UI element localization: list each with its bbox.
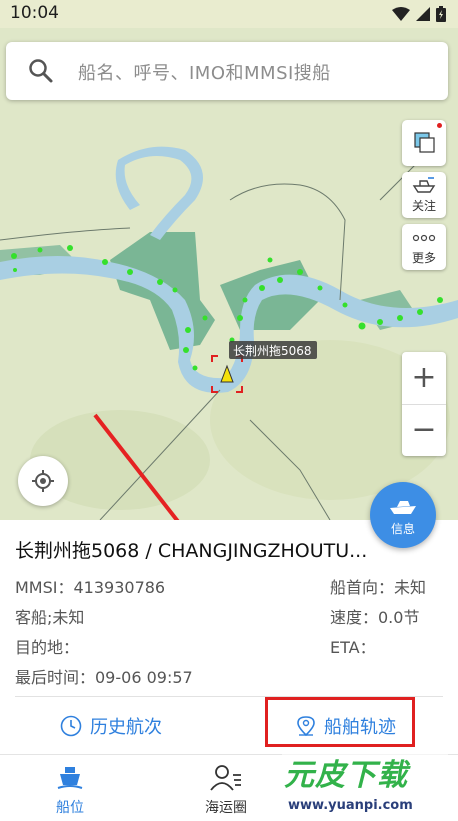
ship-last-time: 最后时间：09-06 09:57: [15, 668, 193, 687]
info-fab-button[interactable]: 信息: [370, 482, 436, 548]
clock-icon: [60, 715, 82, 737]
ship-heading: 船首向：未知: [330, 578, 427, 597]
more-button[interactable]: 更多: [402, 224, 446, 270]
more-label: 更多: [411, 251, 436, 265]
tab-shipping-circle-label: 海运圈: [205, 800, 247, 816]
zoom-out-button[interactable]: −: [402, 404, 446, 456]
crosshair-icon: [32, 470, 54, 492]
ship-type: 客船;未知: [15, 608, 85, 627]
highlight-box: [265, 697, 415, 747]
history-voyage-button[interactable]: 历史航次: [60, 704, 162, 748]
tab-ship-position-label: 船位: [56, 800, 84, 816]
more-icon: [412, 234, 436, 242]
ship-follow-icon: [412, 177, 436, 193]
status-time: 10:04: [10, 3, 59, 23]
status-bar: 10:04: [0, 0, 458, 28]
follow-button[interactable]: 关注: [402, 172, 446, 218]
search-input[interactable]: 船名、呼号、IMO和MMSI搜船: [78, 59, 331, 85]
locate-button[interactable]: [18, 456, 68, 506]
watermark-url: www.yuanpi.com: [288, 798, 413, 813]
people-icon: [210, 765, 241, 791]
ship-tab-icon: [57, 767, 83, 789]
tab-ship-position[interactable]: 船位: [22, 755, 118, 821]
status-icons: [392, 6, 446, 22]
layers-button[interactable]: [402, 120, 446, 166]
notification-dot: [437, 123, 442, 128]
tab-shipping-circle[interactable]: 海运圈: [178, 755, 274, 821]
ship-destination: 目的地：: [15, 638, 80, 657]
watermark-brand: 元皮下载: [284, 758, 408, 793]
info-fab-label: 信息: [390, 522, 415, 536]
map-view[interactable]: 长荆州拖5068: [0, 28, 458, 520]
ship-map-label: 长荆州拖5068: [233, 344, 312, 358]
zoom-in-button[interactable]: +: [402, 352, 446, 404]
search-bar[interactable]: 船名、呼号、IMO和MMSI搜船: [6, 42, 448, 100]
ship-icon: [390, 501, 416, 514]
ship-eta: ETA：: [330, 638, 376, 657]
wifi-icon: [392, 7, 410, 21]
ship-speed: 速度：0.0节: [330, 608, 420, 627]
ship-title: 长荆州拖5068 / CHANGJINGZHOUTU...: [15, 540, 368, 562]
layers-icon: [414, 132, 435, 153]
zoom-control: + −: [402, 352, 446, 456]
history-voyage-label: 历史航次: [90, 717, 162, 738]
follow-label: 关注: [411, 199, 436, 213]
map-canvas: 长荆州拖5068: [0, 28, 458, 520]
watermark-logo: 元皮下载 www.yuanpi.com: [282, 748, 448, 820]
battery-icon: [436, 6, 446, 22]
ship-mmsi: MMSI：413930786: [15, 578, 166, 597]
signal-icon: [416, 7, 430, 21]
search-icon: [29, 59, 53, 83]
